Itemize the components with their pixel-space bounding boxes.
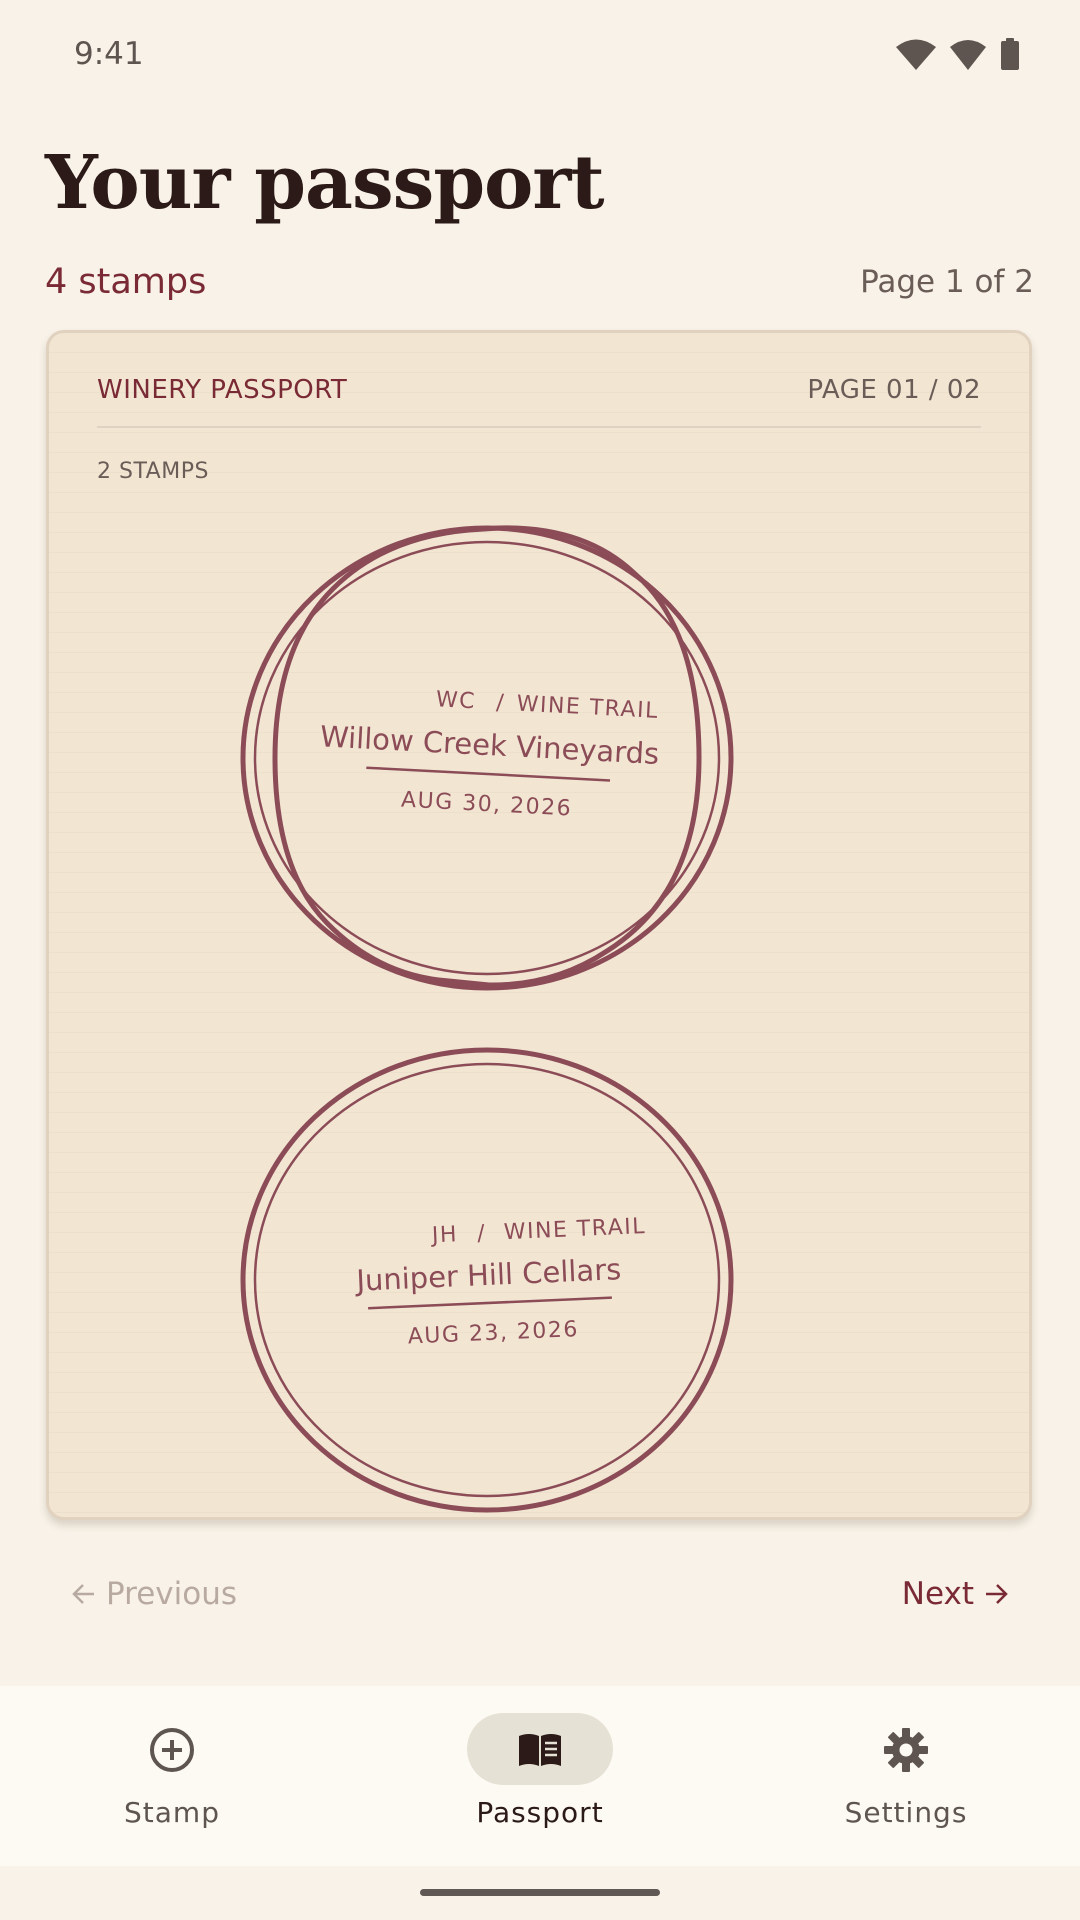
stamps-area: WC / WINE TRAIL Willow Creek Vineyards A… [240,525,734,1513]
add-circle-icon [150,1728,194,1772]
nav-item-stamp[interactable]: Stamp [22,1686,322,1866]
svg-text:/: / [477,1221,486,1246]
nav-item-settings[interactable]: Settings [756,1686,1056,1866]
status-bar: 9:41 [0,0,1080,110]
page-indicator: Page 1 of 2 [860,264,1034,300]
status-time: 9:41 [74,36,144,72]
arrow-left-icon [72,1584,94,1604]
next-label: Next [901,1576,974,1612]
nav-label-stamp: Stamp [124,1796,220,1829]
stamp-count: 4 stamps [45,262,207,302]
stamp-name: Juniper Hill Cellars [354,1252,622,1298]
svg-text:/: / [496,690,505,715]
nav-label-passport: Passport [476,1796,604,1829]
stamp-date: AUG 23, 2026 [407,1317,579,1349]
battery-icon [1001,38,1019,70]
stamp-code: WC [435,687,476,714]
stamp-trail: WINE TRAIL [516,692,659,724]
previous-label: Previous [106,1576,238,1612]
book-icon [519,1734,561,1766]
home-indicator[interactable] [420,1889,660,1896]
nav-label-settings: Settings [844,1796,968,1829]
next-button[interactable]: Next [902,1576,1010,1612]
previous-button[interactable]: Previous [70,1576,237,1612]
signal-icon [950,40,986,70]
nav-item-passport[interactable]: Passport [390,1686,690,1866]
stamp-code: JH [429,1222,458,1248]
page-title: Your passport [45,140,605,226]
gear-icon [884,1728,928,1772]
arrow-right-icon [986,1584,1008,1604]
stamp-name: Willow Creek Vineyards [319,719,660,771]
bottom-navigation: Stamp Passport Settings [0,1686,1080,1866]
wifi-icon [896,39,936,70]
passport-card: WINERY PASSPORT PAGE 01 / 02 2 STAMPS WC… [46,330,1032,1520]
status-icons [896,38,1020,70]
stamp-trail: WINE TRAIL [503,1214,646,1245]
stamp-date: AUG 30, 2026 [400,788,572,822]
stamp-juniper-hill[interactable]: JH / WINE TRAIL Juniper Hill Cellars AUG… [240,1047,734,1513]
stamp-willow-creek[interactable]: WC / WINE TRAIL Willow Creek Vineyards A… [240,525,734,991]
